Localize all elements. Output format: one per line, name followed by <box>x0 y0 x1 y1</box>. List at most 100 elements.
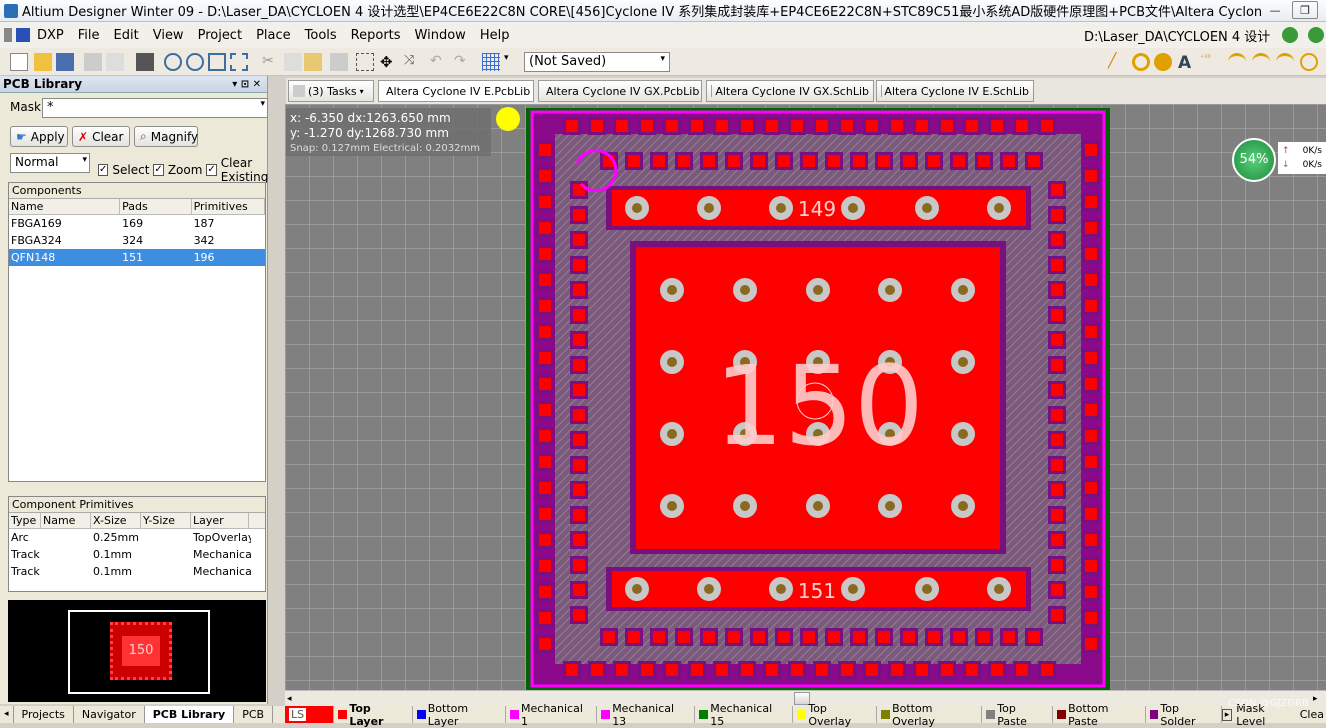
layer-tab[interactable]: Bottom Layer <box>413 706 506 723</box>
col-pads[interactable]: Pads <box>120 199 191 214</box>
full-circle-icon[interactable] <box>1300 53 1318 71</box>
pad[interactable] <box>573 484 585 496</box>
pad[interactable] <box>539 196 551 208</box>
pad[interactable] <box>966 120 978 132</box>
save-icon[interactable] <box>56 53 74 71</box>
pad[interactable] <box>539 560 551 572</box>
pad[interactable] <box>1051 234 1063 246</box>
pad[interactable] <box>573 309 585 321</box>
pad[interactable] <box>573 459 585 471</box>
menu-window[interactable]: Window <box>408 28 473 43</box>
tasks-tab[interactable]: (3) Tasks▾ <box>288 80 374 102</box>
pad[interactable] <box>1051 559 1063 571</box>
pad[interactable] <box>573 509 585 521</box>
pad[interactable] <box>628 631 640 643</box>
pad[interactable] <box>539 638 551 650</box>
pad[interactable] <box>573 359 585 371</box>
pad[interactable] <box>1085 638 1097 650</box>
pad[interactable] <box>539 534 551 546</box>
layer-set-tab[interactable]: LS <box>285 706 334 723</box>
pad[interactable] <box>1085 352 1097 364</box>
pad[interactable] <box>666 664 678 676</box>
layer-tab[interactable]: Mechanical 15 <box>695 706 793 723</box>
cpu-gauge[interactable]: 54% <box>1232 138 1276 182</box>
print-preview-icon[interactable] <box>106 53 124 71</box>
pad[interactable] <box>539 222 551 234</box>
pad[interactable] <box>1041 120 1053 132</box>
pad[interactable] <box>828 155 840 167</box>
pad[interactable] <box>539 508 551 520</box>
layer-tab[interactable]: Mechanical 13 <box>597 706 695 723</box>
zoom-in-icon[interactable] <box>164 53 182 71</box>
pad[interactable] <box>1051 334 1063 346</box>
pad[interactable] <box>573 559 585 571</box>
pad[interactable] <box>616 664 628 676</box>
pad[interactable] <box>903 155 915 167</box>
col-xsize[interactable]: X-Size <box>91 513 141 528</box>
tab-e-schlib[interactable]: Altera Cyclone IV E.SchLib <box>876 80 1034 102</box>
layer-tab[interactable]: Mechanical 1 <box>506 706 597 723</box>
apply-button[interactable]: ☛Apply <box>10 126 68 147</box>
table-row-selected[interactable]: QFN148151196 <box>9 249 265 266</box>
pad[interactable] <box>978 631 990 643</box>
clear-existing-checkbox[interactable]: ✓ <box>206 164 216 176</box>
pad[interactable] <box>941 120 953 132</box>
menu-tools[interactable]: Tools <box>298 28 344 43</box>
menu-project[interactable]: Project <box>191 28 249 43</box>
layer-tab[interactable]: Bottom Overlay <box>877 706 982 723</box>
pad[interactable] <box>1085 404 1097 416</box>
pad[interactable] <box>641 664 653 676</box>
pad[interactable] <box>766 120 778 132</box>
pad[interactable] <box>1051 584 1063 596</box>
arc-any-icon[interactable] <box>1276 53 1294 71</box>
pcb-canvas[interactable]: 149 151 150 <box>285 104 1326 690</box>
pad[interactable] <box>573 609 585 621</box>
pad[interactable] <box>653 631 665 643</box>
pad[interactable] <box>539 352 551 364</box>
undo-icon[interactable]: ↶ <box>430 53 448 71</box>
pad[interactable] <box>678 631 690 643</box>
pad[interactable] <box>1085 612 1097 624</box>
pad[interactable] <box>539 612 551 624</box>
back-icon[interactable] <box>1282 27 1298 43</box>
pad[interactable] <box>1085 326 1097 338</box>
pad[interactable] <box>1003 155 1015 167</box>
path-combo[interactable]: D:\Laser_DA\CYCLOEN 4 设计选 ▾ <box>1080 25 1276 45</box>
menu-reports[interactable]: Reports <box>344 28 408 43</box>
footprint-drawing[interactable]: 149 151 150 <box>285 104 1326 690</box>
pad[interactable] <box>539 326 551 338</box>
pad[interactable] <box>573 409 585 421</box>
component-preview[interactable]: 150 <box>8 600 266 702</box>
pad[interactable] <box>1041 664 1053 676</box>
col-name[interactable]: Name <box>9 199 120 214</box>
pad[interactable] <box>1051 509 1063 521</box>
pad[interactable] <box>1051 259 1063 271</box>
layers-icon[interactable] <box>136 53 154 71</box>
saved-state-combo[interactable]: (Not Saved)▾ <box>524 52 670 72</box>
pad[interactable] <box>1085 300 1097 312</box>
menu-dxp[interactable]: DXP <box>30 28 71 43</box>
menu-view[interactable]: View <box>146 28 191 43</box>
pad[interactable] <box>1085 222 1097 234</box>
pad[interactable] <box>591 664 603 676</box>
mode-select[interactable]: Normal▾ <box>10 153 90 173</box>
clear-button[interactable]: ✗Clear <box>72 126 130 147</box>
select-checkbox[interactable]: ✓ <box>98 164 108 176</box>
pad[interactable] <box>1051 609 1063 621</box>
pad[interactable] <box>573 234 585 246</box>
scroll-left-icon[interactable]: ◂ <box>287 694 292 704</box>
pad[interactable] <box>778 631 790 643</box>
pad[interactable] <box>573 284 585 296</box>
copy-icon[interactable] <box>284 53 302 71</box>
pad[interactable] <box>1085 508 1097 520</box>
pad[interactable] <box>573 334 585 346</box>
pad[interactable] <box>891 664 903 676</box>
via-icon[interactable] <box>1154 53 1172 71</box>
table-row[interactable]: FBGA324324342 <box>9 232 265 249</box>
pad[interactable] <box>741 120 753 132</box>
pad[interactable] <box>616 120 628 132</box>
pad[interactable] <box>816 664 828 676</box>
pad[interactable] <box>853 631 865 643</box>
restore-button[interactable]: ❐ <box>1292 1 1318 19</box>
pad[interactable] <box>539 378 551 390</box>
